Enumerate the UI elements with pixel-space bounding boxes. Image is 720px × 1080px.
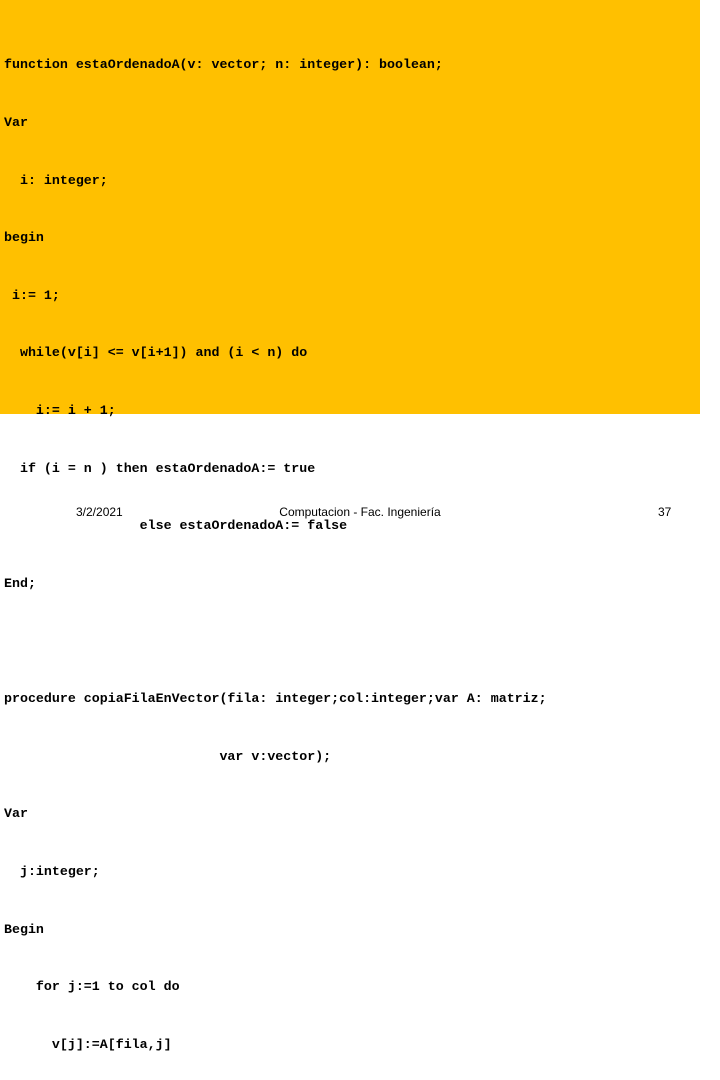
code-line: var v:vector);	[4, 748, 332, 764]
code-line: i: integer;	[4, 172, 108, 188]
code-panel: function estaOrdenadoA(v: vector; n: int…	[0, 0, 700, 1052]
code-line: v[j]:=A[fila,j]	[4, 1036, 172, 1052]
code-line: Begin	[4, 921, 44, 937]
footer-page-number: 37	[658, 505, 672, 519]
code-line: Var	[4, 115, 28, 131]
code-line: Var	[4, 806, 28, 822]
code-line: j:integer;	[4, 863, 100, 879]
code-line: i:= i + 1;	[4, 403, 116, 419]
code-line: procedure copiaFilaEnVector(fila: intege…	[4, 691, 547, 707]
code-line: function estaOrdenadoA(v: vector; n: int…	[4, 57, 443, 73]
code-line: while(v[i] <= v[i+1]) and (i < n) do	[4, 345, 308, 361]
footer-center-text: Computacion - Fac. Ingeniería	[279, 505, 441, 519]
code-line: if (i = n ) then estaOrdenadoA:= true	[4, 460, 316, 476]
code-line: for j:=1 to col do	[4, 979, 180, 995]
code-line: i:= 1;	[4, 287, 60, 303]
code-line: begin	[4, 230, 44, 246]
slide-canvas: function estaOrdenadoA(v: vector; n: int…	[0, 0, 720, 1052]
code-line: End;	[4, 575, 36, 591]
pascal-code-block: function estaOrdenadoA(v: vector; n: int…	[4, 17, 700, 1080]
slide-footer: 3/2/2021 Computacion - Fac. Ingeniería 3…	[0, 505, 720, 535]
